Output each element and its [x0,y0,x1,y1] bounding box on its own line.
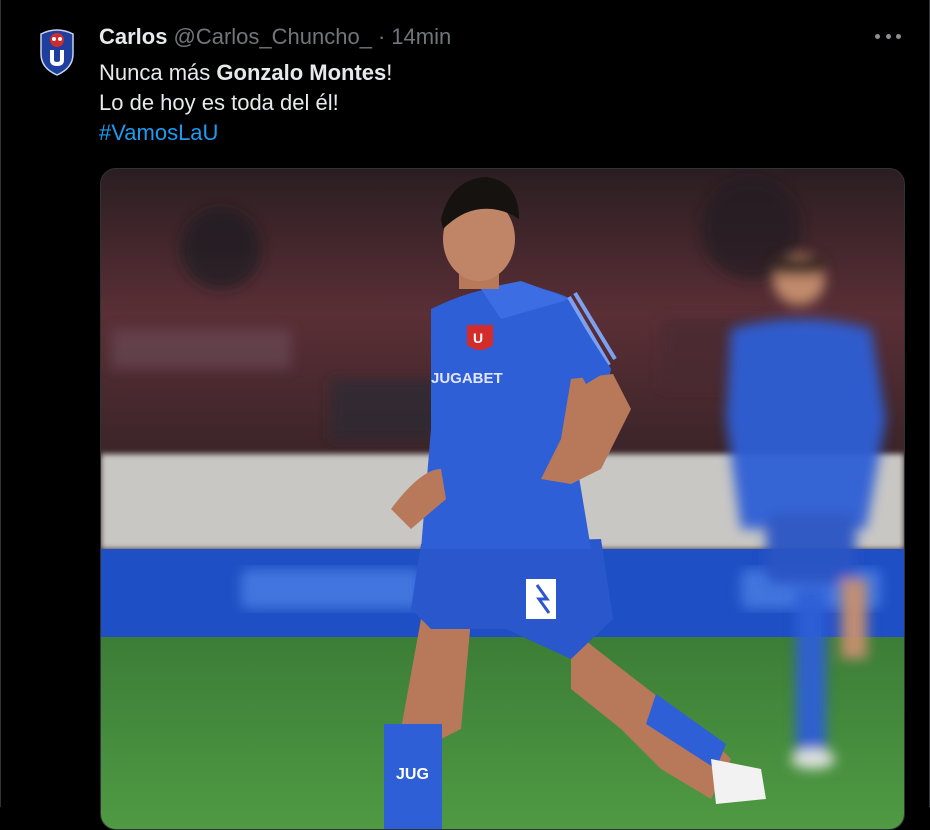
header-separator: · [377,24,386,49]
sock-text: JUG [396,766,429,783]
tweet-header: Carlos @Carlos_Chuncho_ · 14min [99,22,451,52]
hashtag-link[interactable]: #VamosLaU [99,118,392,148]
tweet-timestamp[interactable]: 14min [391,24,451,50]
tweet-text-suffix: ! [386,60,393,85]
more-options-icon[interactable] [875,26,901,46]
tweet-photo[interactable]: U JUGABET JUG [100,168,905,830]
jersey-sponsor: JUGABET [431,370,503,387]
tweet-text: Nunca más Gonzalo Montes! Lo de hoy es t… [99,58,392,148]
tweet-card[interactable]: Carlos @Carlos_Chuncho_ · 14min Nunca má… [0,0,930,830]
tweet-text-prefix: Nunca más [99,60,217,85]
club-crest-icon[interactable] [37,28,77,76]
player-name: Gonzalo Montes [216,60,387,85]
author-name[interactable]: Carlos [99,24,167,50]
jersey-badge: U [473,330,483,346]
tweet-text-line-2: Lo de hoy es toda del él! [99,90,339,115]
tweet-text-line-1: Nunca más Gonzalo Montes! [99,58,392,88]
author-handle[interactable]: @Carlos_Chuncho_ [173,24,371,50]
